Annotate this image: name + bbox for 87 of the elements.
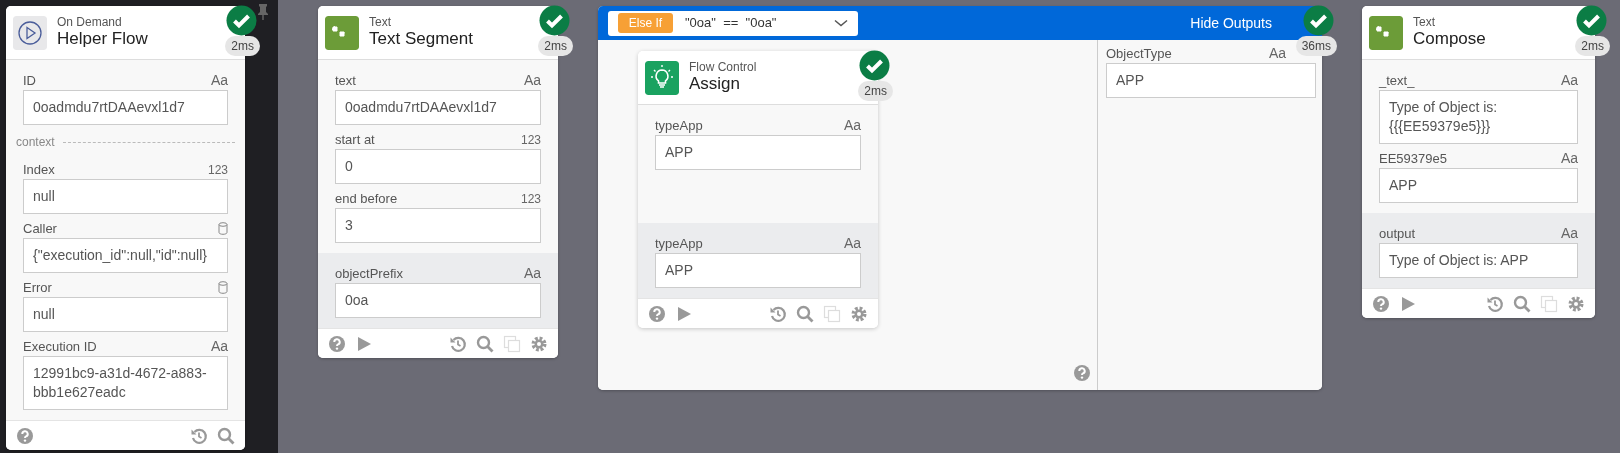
node-category: Flow Control <box>689 60 757 74</box>
field-label: EE59379e5 <box>1379 149 1447 168</box>
check-icon <box>1303 5 1334 36</box>
hide-outputs-link[interactable]: Hide Outputs <box>1190 12 1272 34</box>
input-field[interactable]: 0oadmdu7rtDAAevxl1d7 <box>335 90 541 125</box>
type-hint: Aa <box>210 71 228 90</box>
field-label: Index <box>23 160 55 179</box>
history-icon[interactable] <box>769 304 787 323</box>
input-field[interactable]: Type of Object is: APP <box>1379 243 1578 278</box>
field-label: typeApp <box>655 116 703 135</box>
search-icon[interactable] <box>217 426 235 445</box>
input-field[interactable]: 0 <box>335 149 541 184</box>
branch-tag: Else If <box>618 13 673 33</box>
input-field[interactable]: 0oa <box>335 283 541 318</box>
field-label: ID <box>23 71 36 90</box>
type-hint: Aa <box>523 71 541 90</box>
field-label: start at <box>335 130 375 149</box>
lightbulb-icon <box>645 60 679 95</box>
field-label: Error <box>23 278 52 297</box>
node-title: Helper Flow <box>57 28 148 50</box>
duration-badge: 2ms <box>858 81 893 101</box>
field-label: output <box>1379 224 1416 243</box>
condition-text: "0oa" == "0oa" <box>685 14 778 33</box>
type-hint: 123 <box>207 161 228 179</box>
input-field[interactable]: APP <box>655 135 861 170</box>
search-icon[interactable] <box>1513 294 1531 313</box>
node-title: Text Segment <box>369 28 473 50</box>
field-label: objectPrefix <box>335 264 403 283</box>
type-hint: Aa <box>843 234 861 253</box>
input-field[interactable]: APP <box>1106 63 1316 98</box>
field-label: ObjectType <box>1106 44 1172 63</box>
play-icon <box>13 15 47 50</box>
play-icon[interactable] <box>1399 294 1417 313</box>
database-icon <box>218 280 228 295</box>
node-title: Compose <box>1413 28 1486 50</box>
field-label: _text_ <box>1379 71 1415 90</box>
input-field[interactable]: APP <box>1379 168 1578 203</box>
help-icon[interactable] <box>16 426 34 445</box>
type-hint: Aa <box>1268 44 1286 63</box>
field-label: text <box>335 71 356 90</box>
help-icon[interactable] <box>1372 294 1390 313</box>
type-hint: Aa <box>1560 149 1578 168</box>
type-hint: Aa <box>1560 224 1578 243</box>
condition-dropdown[interactable]: Else If "0oa" == "0oa" <box>608 10 858 36</box>
duration-badge: 2ms <box>538 36 573 56</box>
input-field[interactable]: null <box>23 297 228 332</box>
duration-badge: 2ms <box>1575 36 1610 56</box>
help-icon[interactable] <box>328 334 346 353</box>
pin-icon[interactable] <box>255 3 271 21</box>
input-field[interactable]: {"execution_id":null,"id":null} <box>23 238 228 273</box>
play-icon[interactable] <box>355 334 373 353</box>
settings-icon[interactable] <box>530 334 548 353</box>
input-field[interactable]: APP <box>655 253 861 288</box>
input-field[interactable]: 0oadmdu7rtDAAevxl1d7 <box>23 90 228 125</box>
help-icon[interactable] <box>648 304 666 323</box>
section-label: context <box>16 134 55 151</box>
type-hint: Aa <box>843 116 861 135</box>
input-field[interactable]: 3 <box>335 208 541 243</box>
search-icon[interactable] <box>476 334 494 353</box>
type-hint: 123 <box>520 190 541 208</box>
node-title: Assign <box>689 73 742 95</box>
history-icon[interactable] <box>1486 294 1504 313</box>
input-field[interactable]: Type of Object is: {{{EE59379e5}}} <box>1379 90 1578 144</box>
duration-badge: 36ms <box>1295 36 1337 56</box>
node-category: On Demand <box>57 15 123 29</box>
history-icon[interactable] <box>190 426 208 445</box>
chevron-down-icon[interactable] <box>834 19 848 27</box>
play-icon[interactable] <box>675 304 693 323</box>
type-hint: Aa <box>1560 71 1578 90</box>
node-category: Text <box>369 15 392 29</box>
history-icon[interactable] <box>449 334 467 353</box>
search-icon[interactable] <box>796 304 814 323</box>
database-icon <box>218 221 228 236</box>
type-hint: Aa <box>523 264 541 283</box>
settings-icon[interactable] <box>850 304 868 323</box>
duration-badge: 2ms <box>225 36 260 56</box>
field-label: Caller <box>23 219 57 238</box>
field-label: Execution ID <box>23 337 97 356</box>
node-category: Text <box>1413 15 1436 29</box>
field-label: typeApp <box>655 234 703 253</box>
help-icon[interactable] <box>1073 364 1091 382</box>
field-label: end before <box>335 189 398 208</box>
settings-icon[interactable] <box>1567 294 1585 313</box>
type-hint: 123 <box>520 131 541 149</box>
type-hint: Aa <box>210 337 228 356</box>
input-field[interactable]: null <box>23 179 228 214</box>
input-field[interactable]: 12991bc9-a31d-4672-a883-bbb1e627eadc <box>23 356 228 410</box>
